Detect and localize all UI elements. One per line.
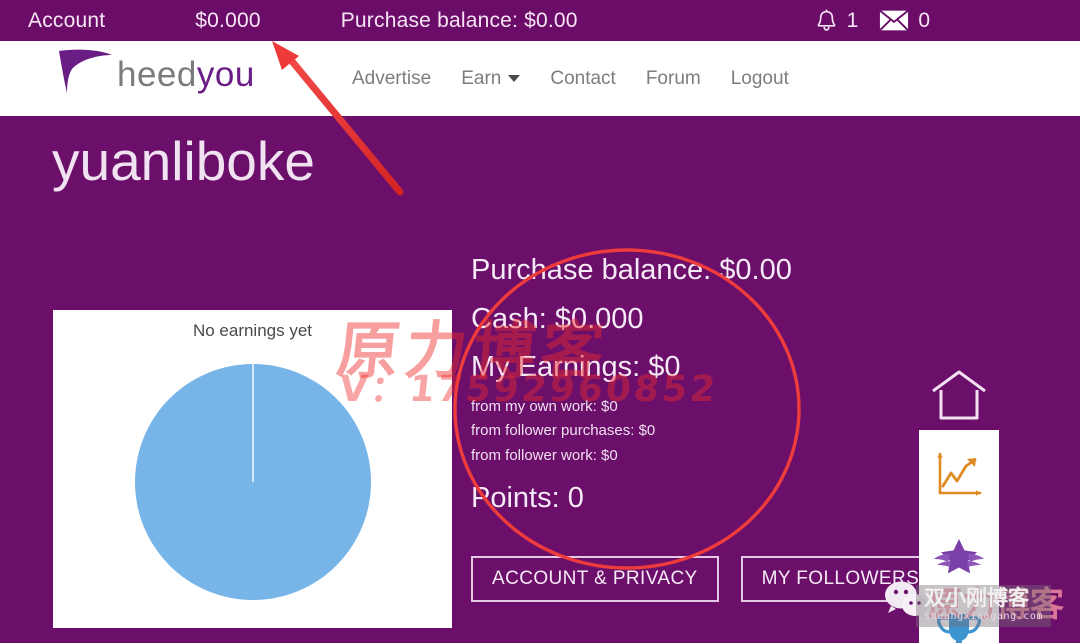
notifications-count: 1 [846,8,859,32]
nav-label-advertise: Advertise [352,67,432,89]
watermark-corner-box: 双小刚博客 shuangxiaogang.com [916,585,1052,627]
watermark-corner-url: shuangxiaogang.com [924,611,1044,622]
nav-item-earn[interactable]: Earn [461,67,521,90]
action-button-row: ACCOUNT & PRIVACY MY FOLLOWERS [471,556,941,602]
pie-chart [134,364,371,600]
pie-slice-no-earnings [134,364,371,600]
envelope-icon[interactable] [879,9,910,32]
nav-item-advertise[interactable]: Advertise [352,68,431,90]
stat-purchase-balance: Purchase balance. $0.00 [471,254,792,286]
nav-label-earn: Earn [461,67,502,89]
logo-text-second: you [196,55,255,94]
watermark-corner-cn: 双小刚博客 [924,586,1029,610]
stat-breakdown-follower-work: from follower work: $0 [471,446,618,464]
topbar-purchase-balance[interactable]: Purchase balance: $0.00 [341,9,578,33]
pie-separator-line [251,364,254,482]
page-root: Account $0.000 Purchase balance: $0.00 1 [0,0,1080,643]
topbar-right-group: 1 0 [815,0,930,41]
nav-item-contact[interactable]: Contact [550,68,615,90]
nav-item-forum[interactable]: Forum [646,68,701,90]
nav-label-contact: Contact [550,67,616,89]
logo-text-first: heed [117,55,197,94]
nav-item-logout[interactable]: Logout [731,68,789,90]
winged-star-icon[interactable] [932,528,986,582]
nav-label-logout: Logout [730,67,789,89]
bell-icon[interactable] [815,8,838,33]
main-nav: Advertise Earn Contact Forum Logout [352,41,789,116]
messages-count: 0 [918,8,930,32]
stat-breakdown-follower-purchases: from follower purchases: $0 [471,422,656,440]
stat-points: Points: 0 [471,482,584,515]
logo-text: heedyou [117,57,255,92]
top-utility-bar: Account $0.000 Purchase balance: $0.00 1 [0,0,1080,41]
heedyou-swoosh-icon [55,47,115,95]
chevron-down-icon [508,75,521,82]
nav-label-forum: Forum [645,67,701,89]
topbar-left-group: Account $0.000 Purchase balance: $0.00 [0,9,578,33]
account-link[interactable]: Account [28,9,105,33]
account-privacy-button[interactable]: ACCOUNT & PRIVACY [471,556,719,602]
site-logo[interactable]: heedyou [55,47,255,95]
page-title: yuanliboke [52,130,315,192]
line-chart-icon[interactable] [932,448,986,502]
watermark-sub-text: V：17592960852 [337,369,721,410]
site-header: heedyou Advertise Earn Contact Forum Log… [0,41,1080,116]
topbar-cash-value[interactable]: $0.000 [195,9,260,33]
home-icon[interactable] [930,369,988,421]
